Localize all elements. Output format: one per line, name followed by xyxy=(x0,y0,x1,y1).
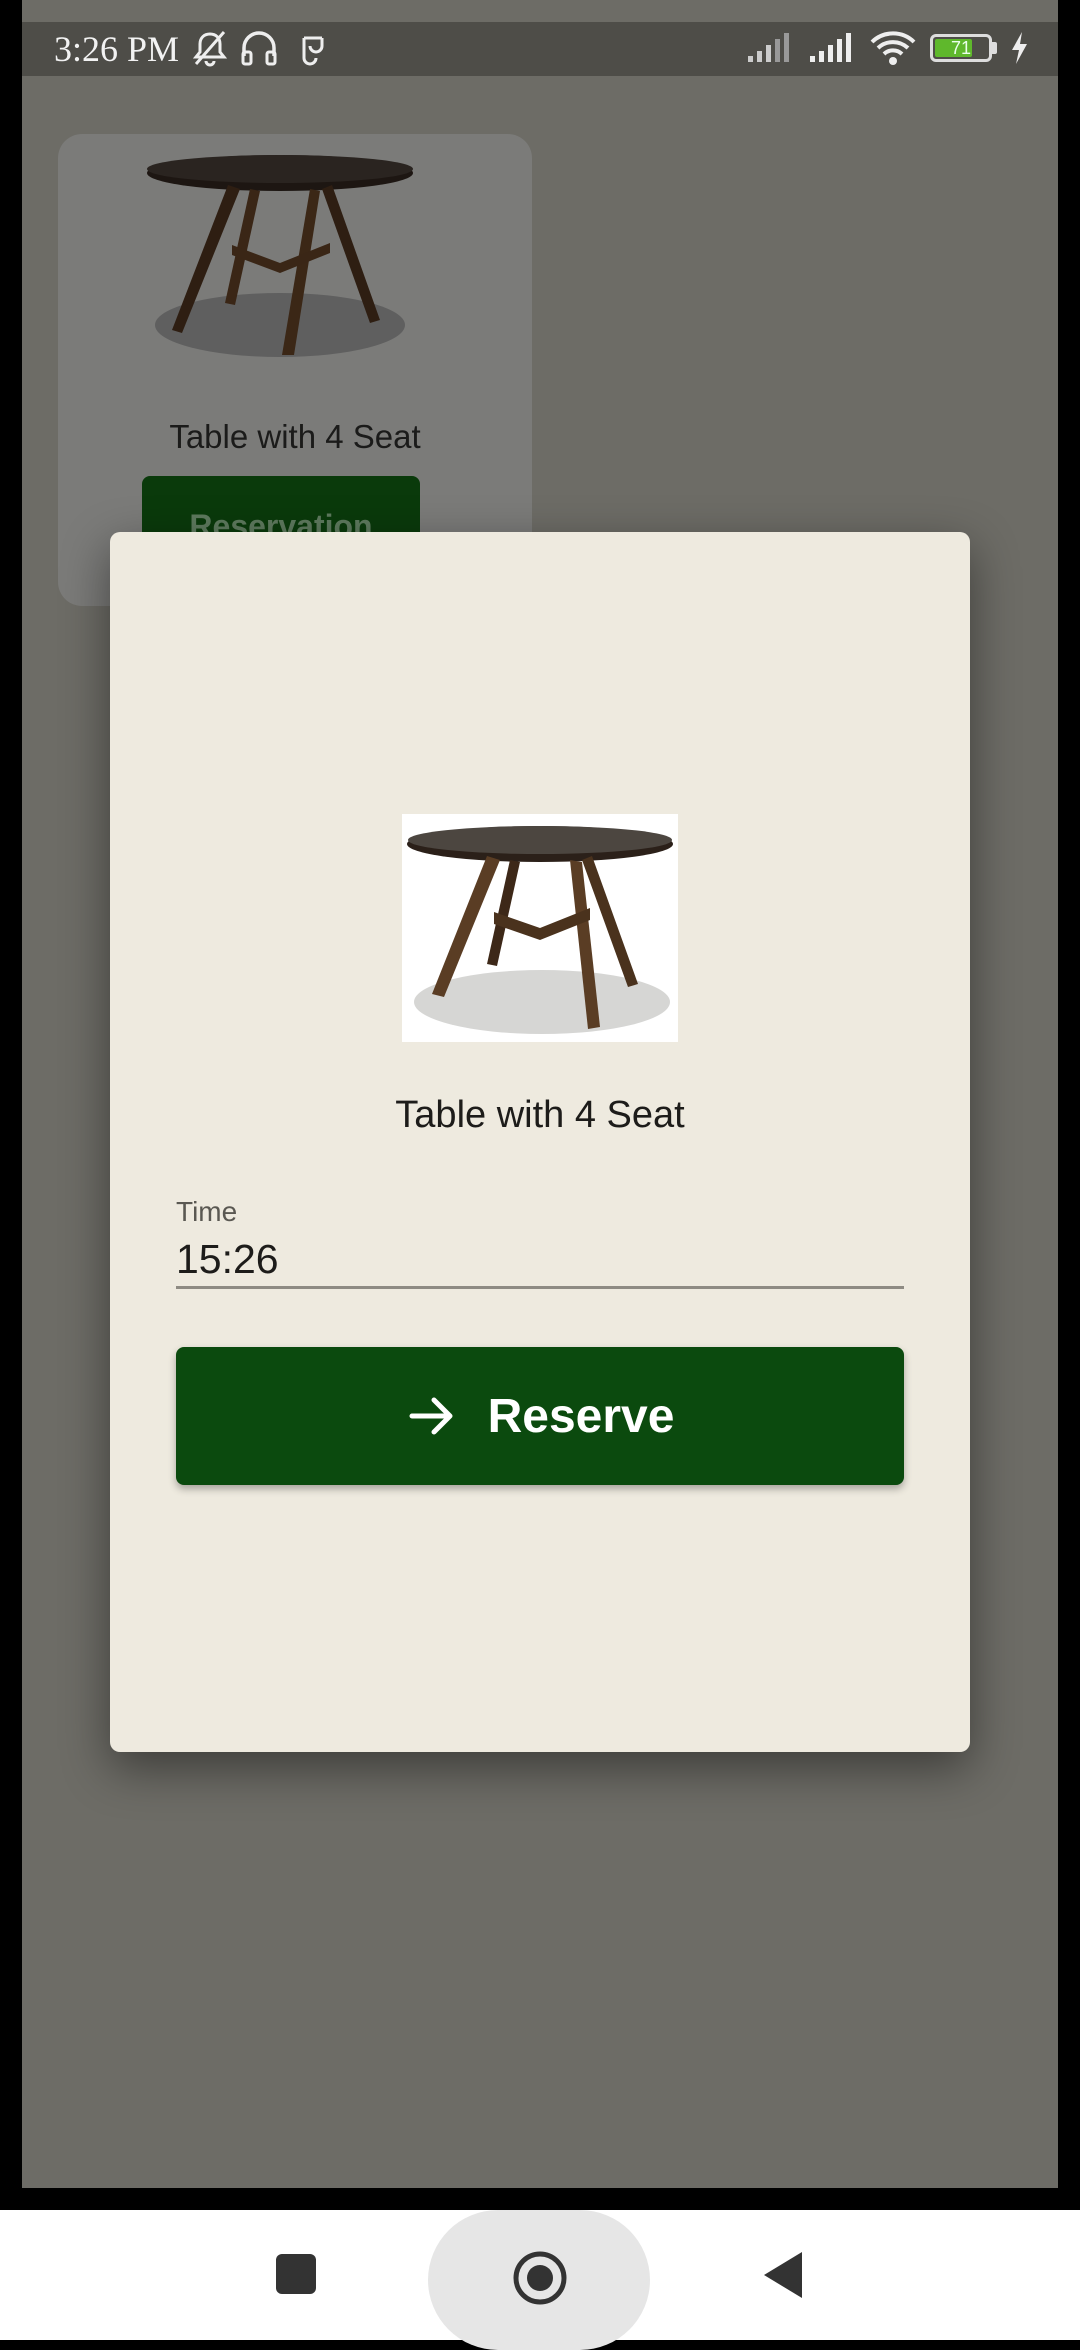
mute-bell-icon xyxy=(192,31,228,67)
status-time: 3:26 PM xyxy=(54,29,180,69)
time-field-label: Time xyxy=(176,1196,238,1227)
reserve-button-label: Reserve xyxy=(487,1389,675,1443)
recents-icon[interactable] xyxy=(276,2254,316,2294)
headset-icon xyxy=(241,31,277,66)
status-bar: 3:26 PM 71 xyxy=(22,22,1058,76)
dialog-title: Table with 4 Seat xyxy=(395,1094,685,1136)
battery-level: 71 xyxy=(950,38,972,58)
reservation-dialog: Table with 4 Seat Time 15:26 Reserve xyxy=(110,532,970,1752)
navigation-bar xyxy=(0,2210,1080,2350)
table-image xyxy=(407,826,673,1034)
arrow-right-icon xyxy=(409,1397,453,1435)
wifi-icon xyxy=(870,31,916,65)
vpn-icon xyxy=(302,36,324,66)
back-icon[interactable] xyxy=(762,2250,804,2300)
signal-icon xyxy=(748,33,789,62)
time-field[interactable]: Time 15:26 xyxy=(176,1196,904,1289)
battery-tip xyxy=(992,42,997,54)
signal-icon xyxy=(810,33,851,62)
charging-icon xyxy=(1012,32,1027,64)
home-icon[interactable] xyxy=(512,2250,568,2306)
table-image xyxy=(147,155,413,357)
dialog-table-image xyxy=(402,814,678,1042)
table-card-title: Table with 4 Seat xyxy=(169,418,421,455)
time-field-value[interactable]: 15:26 xyxy=(176,1236,279,1283)
battery-icon: 71 xyxy=(930,34,992,62)
reserve-button[interactable]: Reserve xyxy=(176,1347,904,1485)
